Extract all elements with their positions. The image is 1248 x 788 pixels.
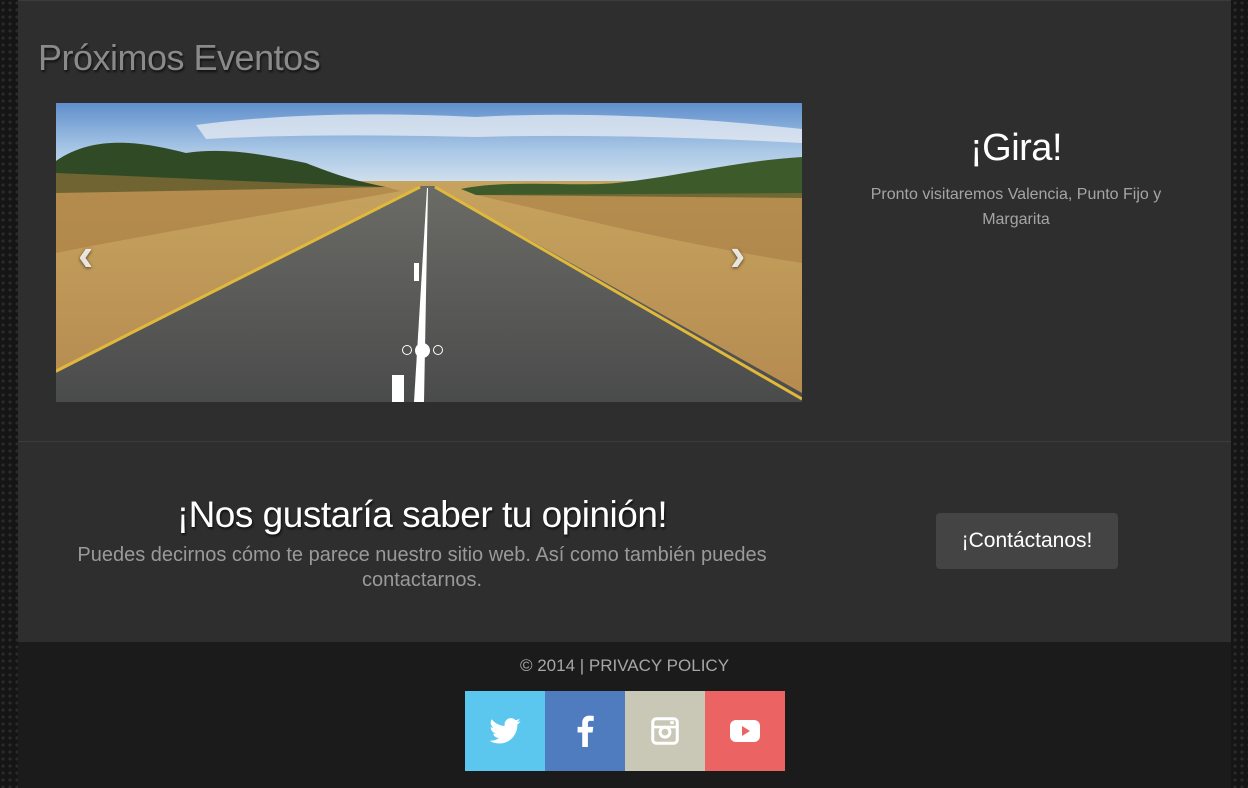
carousel-indicator-1[interactable]	[402, 345, 412, 355]
twitter-link[interactable]	[465, 691, 545, 771]
page-container: Próximos Eventos ‹ › ¡Gira! Pronto visit…	[18, 0, 1231, 788]
event-caption: ¡Gira! Pronto visitaremos Valencia, Punt…	[844, 127, 1188, 232]
events-section: Próximos Eventos ‹ › ¡Gira! Pronto visit…	[18, 0, 1231, 441]
social-links	[465, 691, 785, 771]
event-caption-text: Pronto visitaremos Valencia, Punto Fijo …	[870, 186, 1162, 228]
youtube-icon	[730, 720, 760, 742]
privacy-policy-link[interactable]: PRIVACY POLICY	[589, 656, 729, 675]
carousel-next-arrow[interactable]: ›	[730, 231, 745, 277]
facebook-link[interactable]	[545, 691, 625, 771]
feedback-text: Puedes decirnos cómo te parece nuestro s…	[77, 544, 767, 591]
twitter-icon	[489, 718, 521, 744]
youtube-link[interactable]	[705, 691, 785, 771]
instagram-icon	[651, 717, 679, 745]
feedback-section: ¡Nos gustaría saber tu opinión! Puedes d…	[18, 441, 1231, 642]
carousel-indicators	[402, 342, 443, 358]
carousel-prev-arrow[interactable]: ‹	[78, 231, 93, 277]
contact-button[interactable]: ¡Contáctanos!	[936, 513, 1118, 569]
carousel-indicator-3[interactable]	[433, 345, 443, 355]
facebook-icon	[577, 715, 594, 747]
events-title: Próximos Eventos	[38, 37, 321, 78]
instagram-link[interactable]	[625, 691, 705, 771]
carousel-indicator-2[interactable]	[415, 342, 430, 358]
events-carousel: ‹ ›	[56, 103, 802, 402]
footer-copyright-line: © 2014 | PRIVACY POLICY	[18, 656, 1231, 676]
event-caption-title: ¡Gira!	[970, 127, 1063, 169]
site-footer: © 2014 | PRIVACY POLICY	[18, 642, 1231, 788]
copyright-text: © 2014 |	[519, 656, 589, 675]
feedback-title: ¡Nos gustaría saber tu opinión!	[176, 494, 668, 535]
